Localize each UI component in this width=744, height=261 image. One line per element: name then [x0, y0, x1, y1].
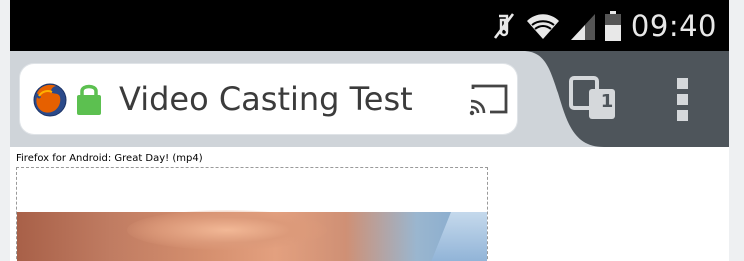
status-time: 09:40 [630, 8, 717, 43]
phone-screen: 09:40 Video Casting Test 1 Firefox for A… [10, 0, 729, 261]
firefox-logo [33, 83, 67, 117]
status-icons: 09:40 [493, 0, 717, 51]
wifi-icon [526, 13, 559, 39]
video-caption: Firefox for Android: Great Day! (mp4) [16, 153, 203, 164]
page-title: Video Casting Test [119, 80, 413, 118]
menu-dot [677, 78, 688, 89]
menu-dot [677, 110, 688, 121]
overflow-menu-icon[interactable] [670, 75, 696, 123]
signal-icon [570, 13, 595, 40]
cast-icon[interactable] [468, 82, 510, 116]
lock-icon [77, 84, 101, 115]
url-bar[interactable]: Video Casting Test [20, 64, 517, 134]
video-player[interactable] [16, 167, 488, 261]
mute-icon [493, 12, 514, 39]
status-bar: 09:40 [10, 0, 729, 51]
page-content: Firefox for Android: Great Day! (mp4) [10, 147, 729, 261]
browser-toolbar: Video Casting Test 1 [10, 51, 729, 147]
tabs-count: 1 [600, 91, 614, 112]
video-frame [17, 210, 487, 261]
menu-dot [677, 94, 688, 105]
battery-icon [604, 10, 621, 41]
